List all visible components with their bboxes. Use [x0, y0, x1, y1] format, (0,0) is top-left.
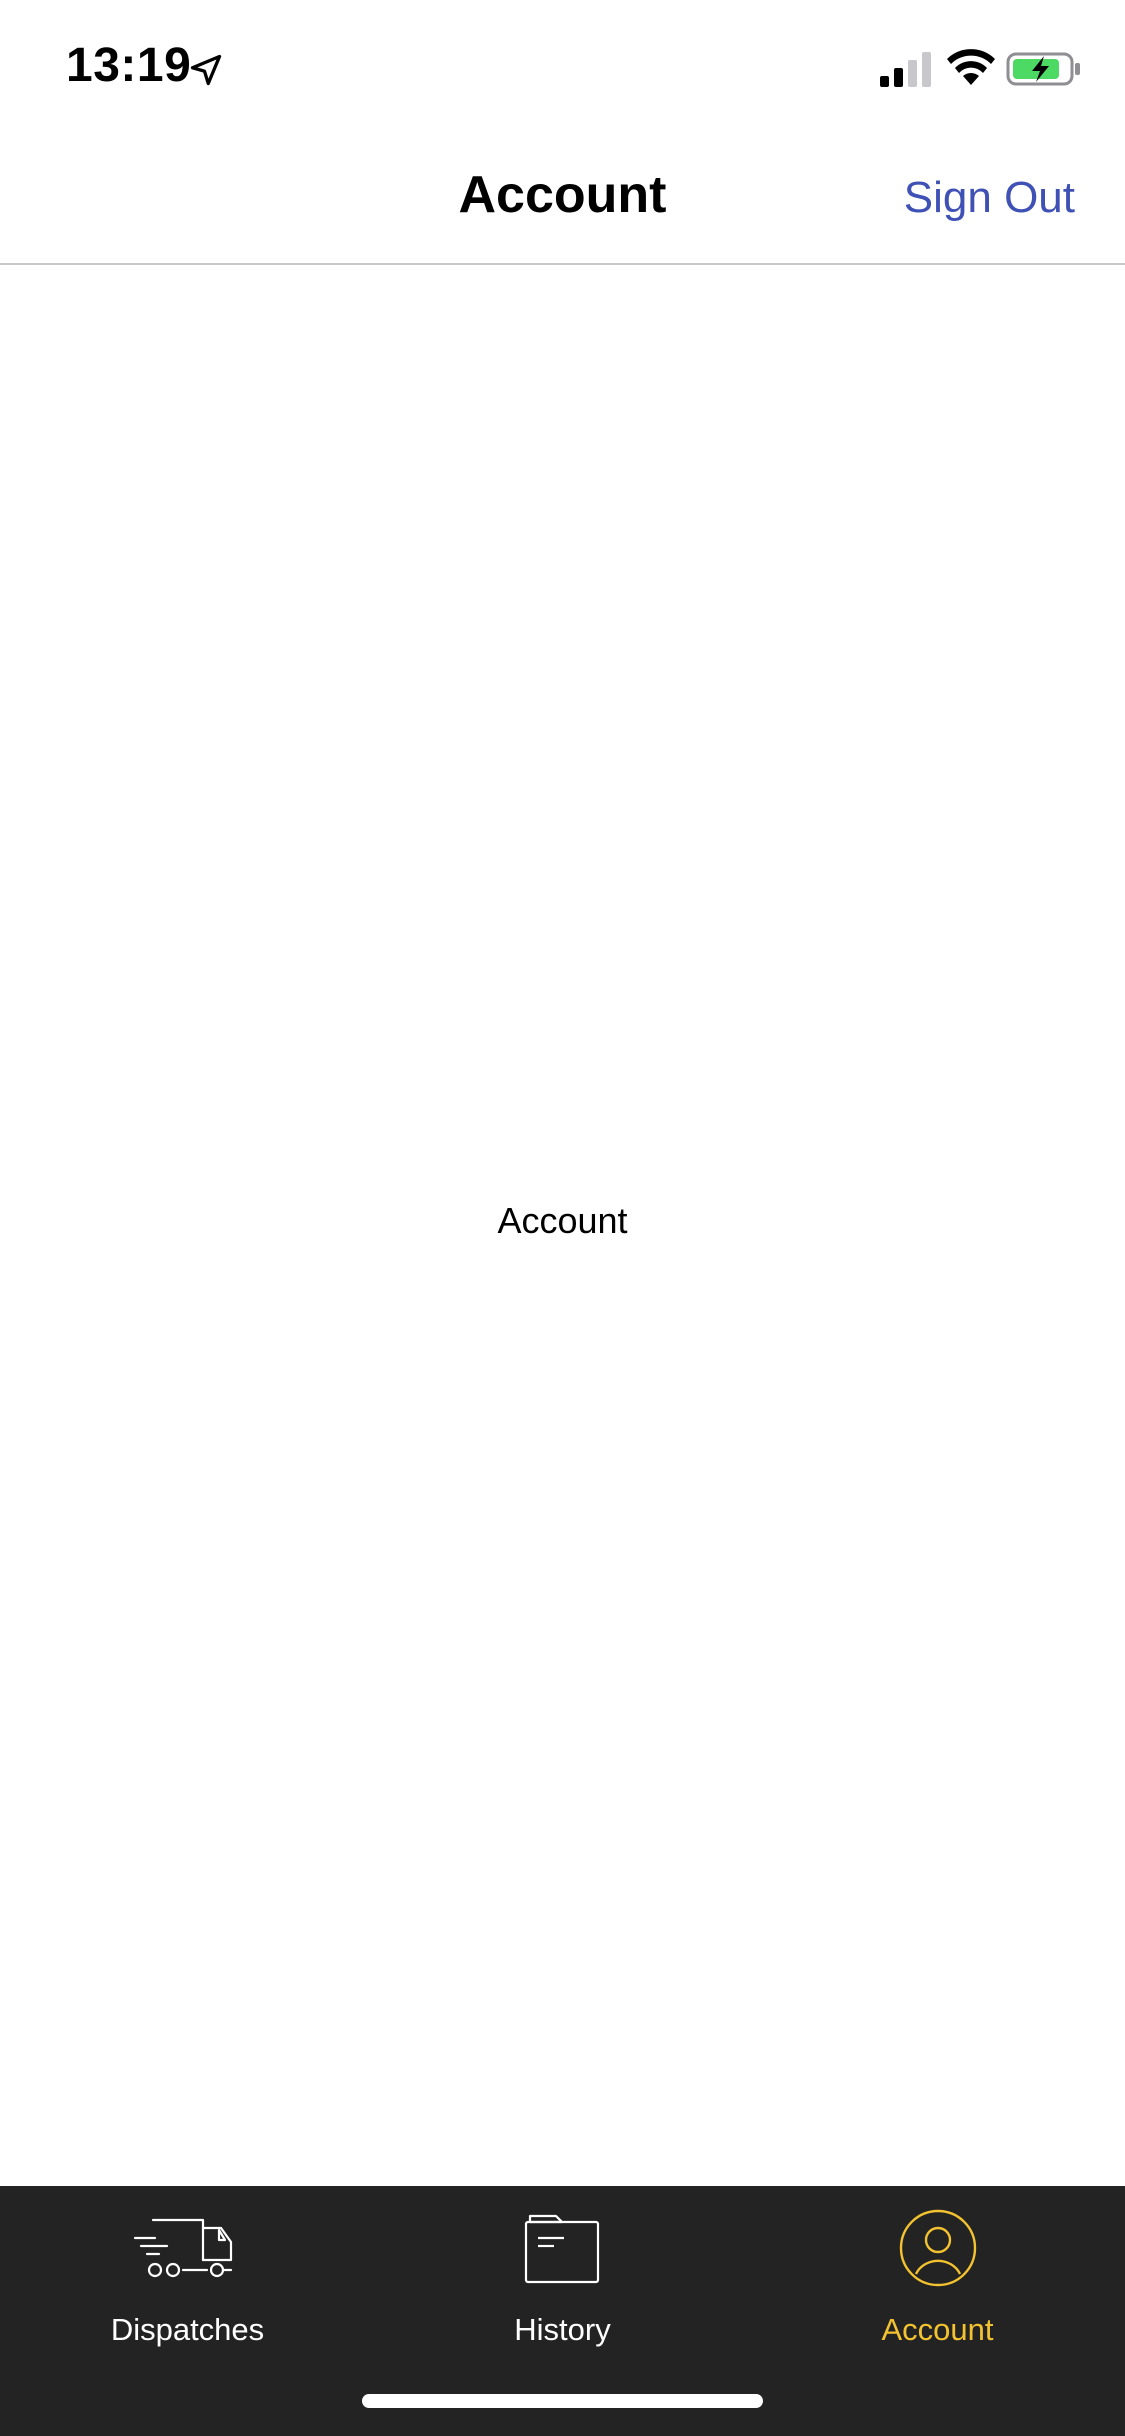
- tab-label: Account: [881, 2312, 994, 2347]
- folder-icon: [524, 2214, 599, 2284]
- battery-charging-icon: [1006, 52, 1080, 86]
- status-time: 13:19: [66, 39, 192, 92]
- tab-label: Dispatches: [110, 2312, 265, 2347]
- truck-icon: [133, 2218, 232, 2278]
- status-bar: 13:19: [0, 0, 1125, 135]
- sign-out-button[interactable]: Sign Out: [904, 173, 1075, 223]
- screen: 13:19 Account Sign Out Account Dispatche…: [0, 0, 1125, 2436]
- home-indicator[interactable]: [362, 2394, 763, 2408]
- tab-history[interactable]: History: [375, 2186, 750, 2366]
- cellular-signal-icon: [880, 52, 931, 87]
- nav-bar: Account Sign Out: [0, 135, 1125, 265]
- main-content: Account: [0, 265, 1125, 2185]
- wifi-icon: [947, 49, 995, 85]
- tab-label: History: [514, 2312, 611, 2347]
- location-arrow-icon: [190, 54, 222, 86]
- tab-dispatches[interactable]: Dispatches: [0, 2186, 375, 2366]
- tab-account[interactable]: Account: [750, 2186, 1125, 2366]
- user-circle-icon: [899, 2209, 976, 2287]
- account-placeholder-text: Account: [497, 1200, 628, 1241]
